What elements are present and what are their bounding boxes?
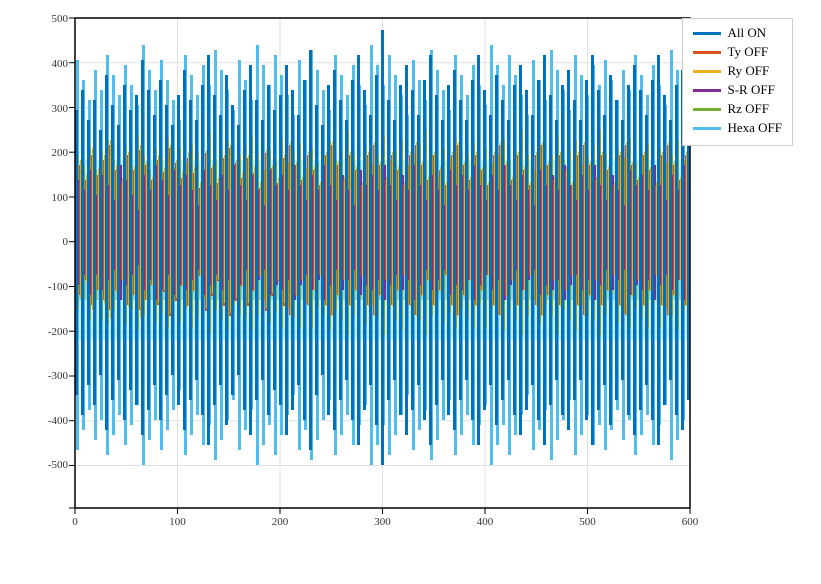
legend-item-ry-off: Ry OFF	[693, 63, 782, 79]
svg-text:-500: -500	[48, 459, 69, 471]
legend-color-ry-off	[693, 70, 721, 73]
svg-text:-400: -400	[48, 415, 69, 427]
legend-item-sr-off: S-R OFF	[693, 82, 782, 98]
svg-text:0: 0	[72, 516, 78, 528]
legend-item-hexa-off: Hexa OFF	[693, 120, 782, 136]
svg-text:500: 500	[52, 13, 69, 25]
svg-text:100: 100	[169, 516, 186, 528]
svg-text:-300: -300	[48, 370, 69, 382]
svg-text:200: 200	[52, 147, 69, 159]
legend-color-all-on	[693, 32, 721, 35]
legend-color-hexa-off	[693, 127, 721, 130]
svg-text:600: 600	[682, 516, 699, 528]
legend-item-all-on: All ON	[693, 25, 782, 41]
legend-item-rz-off: Rz OFF	[693, 101, 782, 117]
legend-color-sr-off	[693, 89, 721, 92]
chart-legend: All ON Ty OFF Ry OFF S-R OFF Rz OFF Hexa…	[682, 18, 793, 146]
svg-text:0: 0	[63, 236, 69, 248]
svg-text:300: 300	[52, 103, 69, 115]
legend-item-ty-off: Ty OFF	[693, 44, 782, 60]
legend-label-hexa-off: Hexa OFF	[727, 120, 782, 136]
legend-color-rz-off	[693, 108, 721, 111]
svg-text:400: 400	[477, 516, 494, 528]
legend-label-rz-off: Rz OFF	[727, 101, 769, 117]
svg-text:300: 300	[374, 516, 391, 528]
legend-label-sr-off: S-R OFF	[727, 82, 774, 98]
svg-text:200: 200	[272, 516, 289, 528]
chart-container: 500 400 300 200 100 0 -100 -200 -300 -40…	[0, 0, 821, 584]
svg-text:-100: -100	[48, 281, 69, 293]
svg-text:100: 100	[52, 192, 69, 204]
legend-label-ry-off: Ry OFF	[727, 63, 769, 79]
legend-color-ty-off	[693, 51, 721, 54]
svg-text:500: 500	[579, 516, 596, 528]
legend-label-all-on: All ON	[727, 25, 766, 41]
svg-text:400: 400	[52, 58, 69, 70]
legend-label-ty-off: Ty OFF	[727, 44, 768, 60]
svg-text:-200: -200	[48, 326, 69, 338]
